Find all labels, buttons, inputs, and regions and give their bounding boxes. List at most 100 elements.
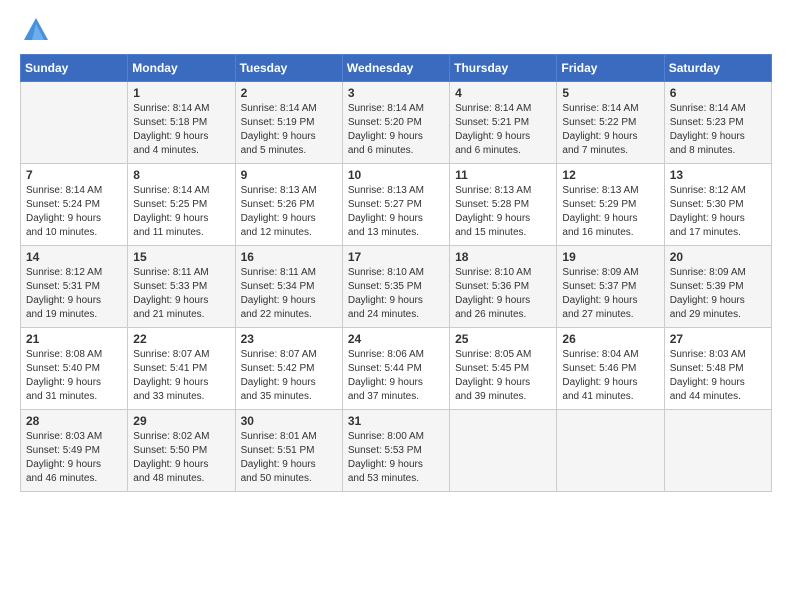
day-info: Sunrise: 8:13 AM Sunset: 5:29 PM Dayligh…	[562, 184, 658, 240]
calendar-cell: 20Sunrise: 8:09 AM Sunset: 5:39 PM Dayli…	[664, 246, 771, 328]
calendar-cell: 24 Sunrise: 8:06 AM Sunset: 5:44 PM Dayli…	[342, 328, 449, 410]
calendar-cell: 1 Sunrise: 8:14 AM Sunset: 5:18 PM Daylig…	[128, 82, 235, 164]
day-number: 19	[562, 250, 658, 264]
calendar-cell	[21, 82, 128, 164]
calendar-cell: 18Sunrise: 8:10 AM Sunset: 5:36 PM Dayli…	[450, 246, 557, 328]
day-info: Sunrise: 8:13 AM Sunset: 5:27 PM Dayligh…	[348, 184, 444, 240]
calendar-cell: 5 Sunrise: 8:14 AM Sunset: 5:22 PM Daylig…	[557, 82, 664, 164]
header-row: SundayMondayTuesdayWednesdayThursdayFrid…	[21, 55, 772, 82]
day-number: 27	[670, 332, 766, 346]
page-header	[20, 16, 772, 44]
day-number: 2	[241, 86, 337, 100]
day-number: 22	[133, 332, 229, 346]
calendar-table: SundayMondayTuesdayWednesdayThursdayFrid…	[20, 54, 772, 492]
calendar-cell: 29 Sunrise: 8:02 AM Sunset: 5:50 PM Dayli…	[128, 410, 235, 492]
day-number: 23	[241, 332, 337, 346]
header-day: Friday	[557, 55, 664, 82]
calendar-cell: 19 Sunrise: 8:09 AM Sunset: 5:37 PM Dayli…	[557, 246, 664, 328]
day-info: Sunrise: 8:14 AM Sunset: 5:18 PM Dayligh…	[133, 102, 229, 158]
calendar-cell: 8 Sunrise: 8:14 AM Sunset: 5:25 PM Daylig…	[128, 164, 235, 246]
calendar-cell: 13 Sunrise: 8:12 AM Sunset: 5:30 PM Dayli…	[664, 164, 771, 246]
day-info: Sunrise: 8:12 AM Sunset: 5:30 PM Dayligh…	[670, 184, 766, 240]
day-number: 10	[348, 168, 444, 182]
day-number: 5	[562, 86, 658, 100]
calendar-cell	[557, 410, 664, 492]
day-info: Sunrise: 8:00 AM Sunset: 5:53 PM Dayligh…	[348, 430, 444, 486]
day-number: 9	[241, 168, 337, 182]
calendar-cell: 25Sunrise: 8:05 AM Sunset: 5:45 PM Dayli…	[450, 328, 557, 410]
day-info: Sunrise: 8:03 AM Sunset: 5:48 PM Dayligh…	[670, 348, 766, 404]
calendar-cell: 6 Sunrise: 8:14 AM Sunset: 5:23 PM Daylig…	[664, 82, 771, 164]
day-info: Sunrise: 8:11 AM Sunset: 5:33 PM Dayligh…	[133, 266, 229, 322]
calendar-cell: 9 Sunrise: 8:13 AM Sunset: 5:26 PM Daylig…	[235, 164, 342, 246]
calendar-cell: 26 Sunrise: 8:04 AM Sunset: 5:46 PM Dayli…	[557, 328, 664, 410]
calendar-header: SundayMondayTuesdayWednesdayThursdayFrid…	[21, 55, 772, 82]
day-info: Sunrise: 8:01 AM Sunset: 5:51 PM Dayligh…	[241, 430, 337, 486]
day-info: Sunrise: 8:09 AM Sunset: 5:37 PM Dayligh…	[562, 266, 658, 322]
day-number: 13	[670, 168, 766, 182]
logo	[20, 16, 50, 44]
calendar-cell: 14Sunrise: 8:12 AM Sunset: 5:31 PM Dayli…	[21, 246, 128, 328]
calendar-cell: 4 Sunrise: 8:14 AM Sunset: 5:21 PM Daylig…	[450, 82, 557, 164]
day-number: 24	[348, 332, 444, 346]
calendar-week-row: 7 Sunrise: 8:14 AM Sunset: 5:24 PM Daylig…	[21, 164, 772, 246]
calendar-cell: 7 Sunrise: 8:14 AM Sunset: 5:24 PM Daylig…	[21, 164, 128, 246]
day-info: Sunrise: 8:14 AM Sunset: 5:25 PM Dayligh…	[133, 184, 229, 240]
day-number: 29	[133, 414, 229, 428]
calendar-cell: 23 Sunrise: 8:07 AM Sunset: 5:42 PM Dayli…	[235, 328, 342, 410]
day-info: Sunrise: 8:13 AM Sunset: 5:28 PM Dayligh…	[455, 184, 551, 240]
calendar-cell: 27 Sunrise: 8:03 AM Sunset: 5:48 PM Dayli…	[664, 328, 771, 410]
calendar-cell	[450, 410, 557, 492]
calendar-cell: 16Sunrise: 8:11 AM Sunset: 5:34 PM Dayli…	[235, 246, 342, 328]
day-number: 1	[133, 86, 229, 100]
day-number: 30	[241, 414, 337, 428]
calendar-cell: 28 Sunrise: 8:03 AM Sunset: 5:49 PM Dayli…	[21, 410, 128, 492]
day-number: 26	[562, 332, 658, 346]
calendar-week-row: 1 Sunrise: 8:14 AM Sunset: 5:18 PM Daylig…	[21, 82, 772, 164]
day-info: Sunrise: 8:13 AM Sunset: 5:26 PM Dayligh…	[241, 184, 337, 240]
calendar-week-row: 28 Sunrise: 8:03 AM Sunset: 5:49 PM Dayli…	[21, 410, 772, 492]
calendar-cell: 3Sunrise: 8:14 AM Sunset: 5:20 PM Daylig…	[342, 82, 449, 164]
day-number: 15	[133, 250, 229, 264]
day-info: Sunrise: 8:10 AM Sunset: 5:35 PM Dayligh…	[348, 266, 444, 322]
day-info: Sunrise: 8:14 AM Sunset: 5:19 PM Dayligh…	[241, 102, 337, 158]
day-info: Sunrise: 8:11 AM Sunset: 5:34 PM Dayligh…	[241, 266, 337, 322]
day-info: Sunrise: 8:02 AM Sunset: 5:50 PM Dayligh…	[133, 430, 229, 486]
day-number: 12	[562, 168, 658, 182]
calendar-week-row: 14Sunrise: 8:12 AM Sunset: 5:31 PM Dayli…	[21, 246, 772, 328]
day-info: Sunrise: 8:14 AM Sunset: 5:23 PM Dayligh…	[670, 102, 766, 158]
header-day: Thursday	[450, 55, 557, 82]
calendar-cell: 30 Sunrise: 8:01 AM Sunset: 5:51 PM Dayli…	[235, 410, 342, 492]
day-number: 14	[26, 250, 122, 264]
calendar-cell: 31Sunrise: 8:00 AM Sunset: 5:53 PM Dayli…	[342, 410, 449, 492]
calendar-body: 1 Sunrise: 8:14 AM Sunset: 5:18 PM Daylig…	[21, 82, 772, 492]
day-info: Sunrise: 8:14 AM Sunset: 5:24 PM Dayligh…	[26, 184, 122, 240]
day-info: Sunrise: 8:07 AM Sunset: 5:42 PM Dayligh…	[241, 348, 337, 404]
day-number: 6	[670, 86, 766, 100]
day-info: Sunrise: 8:03 AM Sunset: 5:49 PM Dayligh…	[26, 430, 122, 486]
calendar-cell: 11 Sunrise: 8:13 AM Sunset: 5:28 PM Dayli…	[450, 164, 557, 246]
day-info: Sunrise: 8:04 AM Sunset: 5:46 PM Dayligh…	[562, 348, 658, 404]
day-info: Sunrise: 8:07 AM Sunset: 5:41 PM Dayligh…	[133, 348, 229, 404]
day-info: Sunrise: 8:06 AM Sunset: 5:44 PM Dayligh…	[348, 348, 444, 404]
logo-icon	[22, 16, 50, 44]
day-number: 25	[455, 332, 551, 346]
day-info: Sunrise: 8:09 AM Sunset: 5:39 PM Dayligh…	[670, 266, 766, 322]
header-day: Monday	[128, 55, 235, 82]
day-number: 21	[26, 332, 122, 346]
day-number: 28	[26, 414, 122, 428]
calendar-cell: 21Sunrise: 8:08 AM Sunset: 5:40 PM Dayli…	[21, 328, 128, 410]
calendar-cell: 10 Sunrise: 8:13 AM Sunset: 5:27 PM Dayli…	[342, 164, 449, 246]
calendar-cell: 22 Sunrise: 8:07 AM Sunset: 5:41 PM Dayli…	[128, 328, 235, 410]
day-number: 3	[348, 86, 444, 100]
day-number: 4	[455, 86, 551, 100]
day-number: 17	[348, 250, 444, 264]
day-number: 11	[455, 168, 551, 182]
header-day: Tuesday	[235, 55, 342, 82]
calendar-cell: 17 Sunrise: 8:10 AM Sunset: 5:35 PM Dayli…	[342, 246, 449, 328]
day-info: Sunrise: 8:14 AM Sunset: 5:21 PM Dayligh…	[455, 102, 551, 158]
day-number: 8	[133, 168, 229, 182]
header-day: Saturday	[664, 55, 771, 82]
day-number: 7	[26, 168, 122, 182]
day-info: Sunrise: 8:14 AM Sunset: 5:22 PM Dayligh…	[562, 102, 658, 158]
